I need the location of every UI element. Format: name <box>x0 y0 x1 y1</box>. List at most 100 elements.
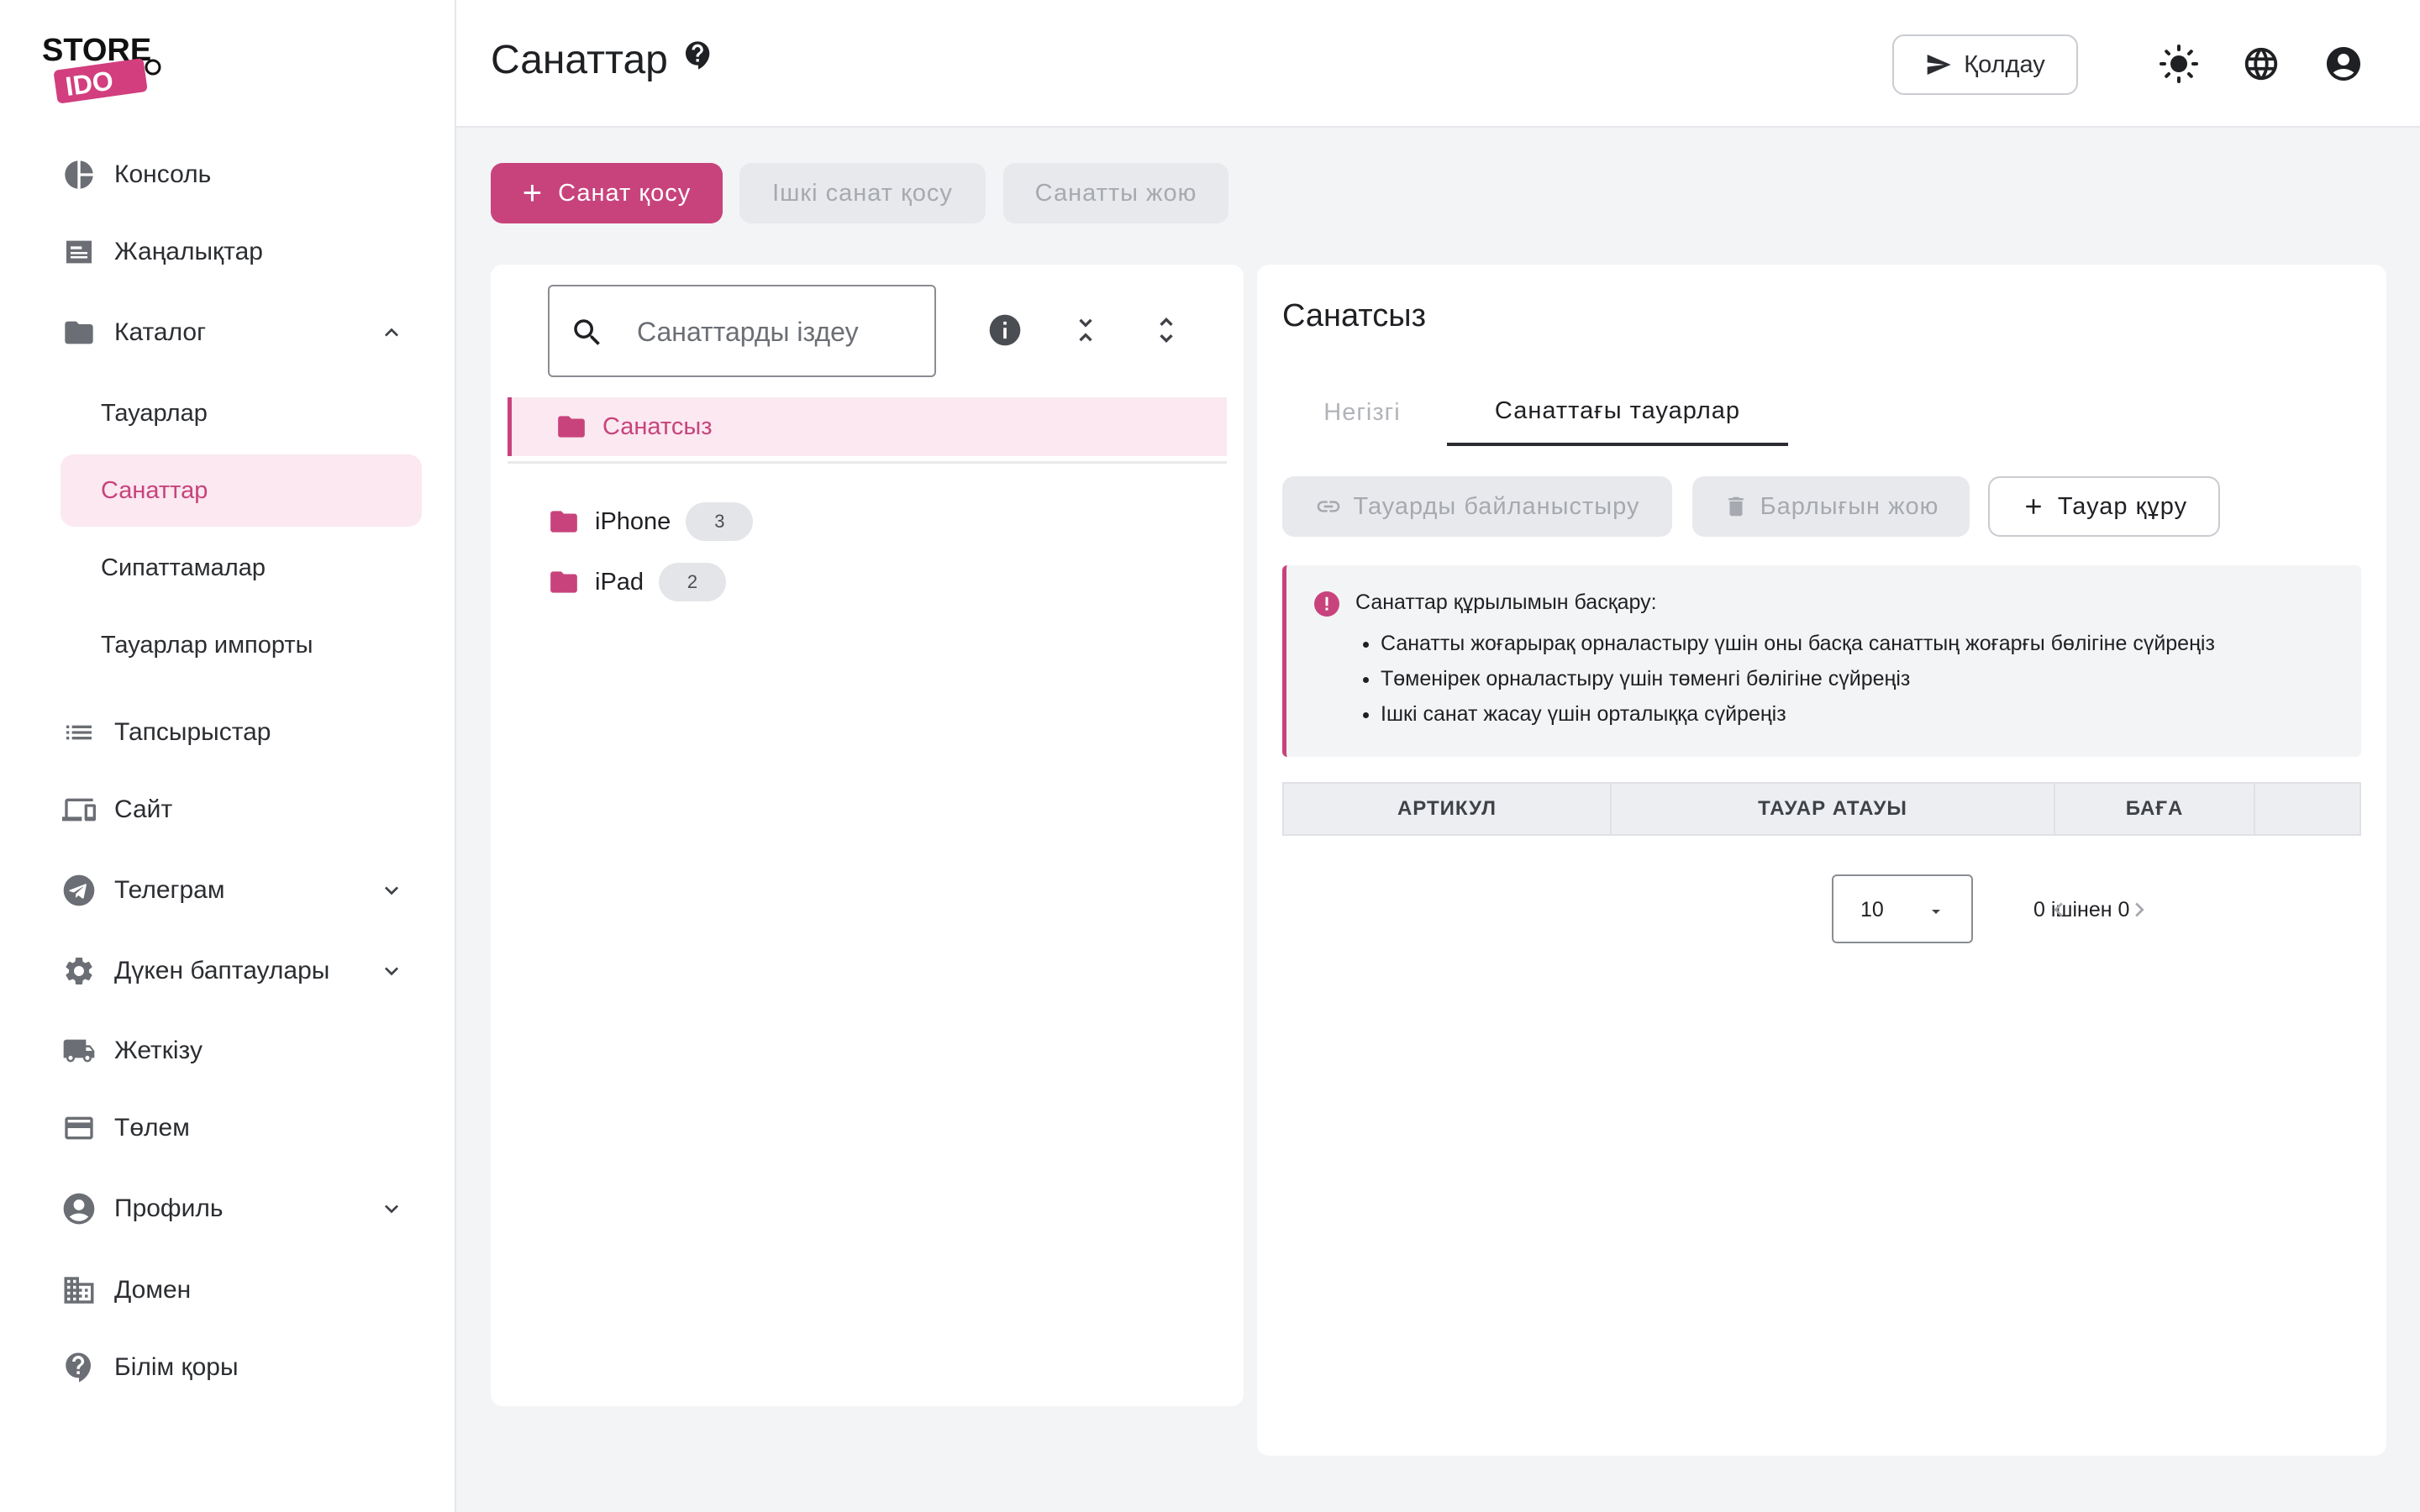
sidebar-item-label: Дүкен баптаулары <box>114 957 330 984</box>
info-list: Санатты жоғарырақ орналастыру үшін оны б… <box>1355 626 2215 732</box>
link-product-button[interactable]: Тауарды байланыстыру <box>1282 476 1672 537</box>
column-actions <box>2255 784 2360 834</box>
category-search-input[interactable] <box>635 313 921 350</box>
info-icon[interactable] <box>985 310 1025 350</box>
sidebar-item-console[interactable]: Консоль <box>60 141 422 208</box>
collapse-all-icon[interactable] <box>1065 310 1106 350</box>
sidebar: STORE IDO Консоль Жаңалықтар Каталог Тау… <box>0 0 456 1512</box>
sidebar-item-label: Сайт <box>114 795 173 823</box>
page-title: Санаттар <box>491 38 668 82</box>
sidebar-item-payment[interactable]: Төлем <box>60 1095 422 1162</box>
sidebar-sub-categories[interactable]: Санаттар <box>60 454 422 527</box>
tree-item-iphone[interactable]: iPhone 3 <box>548 498 754 545</box>
create-product-button[interactable]: Тауар құру <box>1988 476 2220 537</box>
column-price[interactable]: БАҒА <box>2055 784 2255 834</box>
pie-chart-icon <box>60 156 97 193</box>
add-subcategory-button[interactable]: Ішкі санат қосу <box>739 163 986 223</box>
expand-all-icon[interactable] <box>1146 310 1186 350</box>
sidebar-item-news[interactable]: Жаңалықтар <box>60 218 422 286</box>
tree-item-uncategorized[interactable]: Санатсыз <box>508 397 1227 456</box>
help-icon <box>60 1349 97 1386</box>
telegram-icon <box>60 872 97 909</box>
products-table-header: АРТИКУЛ ТАУАР АТАУЫ БАҒА <box>1282 782 2361 836</box>
category-search-box[interactable] <box>548 285 936 377</box>
folder-icon <box>558 416 585 438</box>
sidebar-item-label: Домен <box>114 1276 192 1304</box>
folder-icon <box>550 571 577 593</box>
chevron-down-icon <box>385 1205 398 1214</box>
search-icon <box>574 319 600 345</box>
sidebar-item-delivery[interactable]: Жеткізу <box>60 1017 422 1084</box>
count-badge: 2 <box>659 563 727 601</box>
add-category-label: Санат қосу <box>558 179 692 207</box>
devices-icon <box>60 791 97 828</box>
sidebar-sub-products[interactable]: Тауарлар <box>60 377 422 449</box>
truck-icon <box>60 1032 97 1069</box>
info-list-item: Санатты жоғарырақ орналастыру үшін оны б… <box>1381 626 2215 661</box>
info-list-item: Ішкі санат жасау үшін орталыққа сүйреңіз <box>1381 696 2215 732</box>
plus-icon: + <box>522 175 544 212</box>
sidebar-item-label: Жеткізу <box>114 1037 203 1064</box>
dropdown-arrow-icon <box>1932 910 1940 914</box>
chevron-down-icon <box>385 967 398 976</box>
sidebar-item-knowledge-base[interactable]: Білім қоры <box>60 1334 422 1401</box>
sidebar-sub-import[interactable]: Тауарлар импорты <box>60 609 422 681</box>
store-ido-logo[interactable]: STORE IDO <box>40 30 175 106</box>
account-icon[interactable] <box>2322 42 2365 86</box>
sidebar-item-label: Каталог <box>114 318 207 346</box>
sidebar-item-label: Тапсырыстар <box>114 718 271 746</box>
add-category-button[interactable]: + Санат қосу <box>491 163 723 223</box>
column-product-name[interactable]: ТАУАР АТАУЫ <box>1612 784 2055 834</box>
sidebar-item-telegram[interactable]: Телеграм <box>60 857 422 924</box>
info-icon <box>1314 591 1339 617</box>
credit-card-icon <box>60 1110 97 1147</box>
send-icon <box>1927 55 1951 75</box>
tab-category-products[interactable]: Санаттағы тауарлар <box>1447 379 1788 446</box>
sidebar-item-label: Жаңалықтар <box>114 238 263 265</box>
folder-icon <box>60 314 97 351</box>
sidebar-item-label: Консоль <box>114 160 212 188</box>
plus-icon <box>2026 499 2041 514</box>
support-button[interactable]: Қолдау <box>1892 34 2078 95</box>
chevron-down-icon <box>385 886 398 895</box>
tree-item-ipad[interactable]: iPad 2 <box>548 559 727 606</box>
page-size-value: 10 <box>1860 898 1884 921</box>
list-icon <box>60 714 97 751</box>
news-icon <box>60 234 97 270</box>
info-list-item: Төменірек орналастыру үшін төменгі бөліг… <box>1381 661 2215 696</box>
previous-page-icon[interactable] <box>2042 893 2075 927</box>
building-icon <box>60 1272 97 1309</box>
count-badge: 3 <box>686 502 754 541</box>
delete-category-button[interactable]: Санатты жою <box>1003 163 1228 223</box>
sidebar-item-domain[interactable]: Домен <box>60 1257 422 1324</box>
sidebar-item-store-settings[interactable]: Дүкен баптаулары <box>60 937 422 1005</box>
sidebar-item-label: Профиль <box>114 1194 224 1222</box>
link-product-label: Тауарды байланыстыру <box>1353 492 1640 520</box>
sidebar-item-catalog[interactable]: Каталог <box>60 299 422 366</box>
trash-icon <box>1728 496 1744 517</box>
account-icon <box>60 1190 97 1227</box>
theme-toggle-sun-icon[interactable] <box>2157 42 2201 86</box>
tree-item-label: iPad <box>595 568 644 596</box>
info-title: Санаттар құрылымын басқару: <box>1355 591 1657 614</box>
link-icon <box>1317 501 1339 512</box>
sidebar-item-orders[interactable]: Тапсырыстар <box>60 699 422 766</box>
sidebar-item-profile[interactable]: Профиль <box>60 1175 422 1242</box>
next-page-icon[interactable] <box>2123 893 2156 927</box>
language-globe-icon[interactable] <box>2239 42 2283 86</box>
tab-general[interactable]: Негізгі <box>1282 379 1442 446</box>
sidebar-item-label: Білім қоры <box>114 1353 239 1381</box>
chevron-up-icon <box>385 328 398 337</box>
delete-all-button[interactable]: Барлығын жою <box>1692 476 1970 537</box>
tree-item-label: iPhone <box>595 507 671 535</box>
sidebar-item-label: Телеграм <box>114 876 225 904</box>
category-detail-panel: Санатсыз Негізгі Санаттағы тауарлар Тауа… <box>1257 265 2386 1456</box>
help-icon[interactable] <box>681 39 715 72</box>
support-label: Қолдау <box>1964 50 2045 78</box>
gear-icon <box>60 953 97 990</box>
sidebar-item-site[interactable]: Сайт <box>60 776 422 843</box>
page-size-select[interactable]: 10 <box>1832 874 1973 943</box>
sidebar-sub-attributes[interactable]: Сипаттамалар <box>60 532 422 604</box>
column-sku[interactable]: АРТИКУЛ <box>1284 784 1612 834</box>
create-product-label: Тауар құру <box>2057 492 2188 520</box>
